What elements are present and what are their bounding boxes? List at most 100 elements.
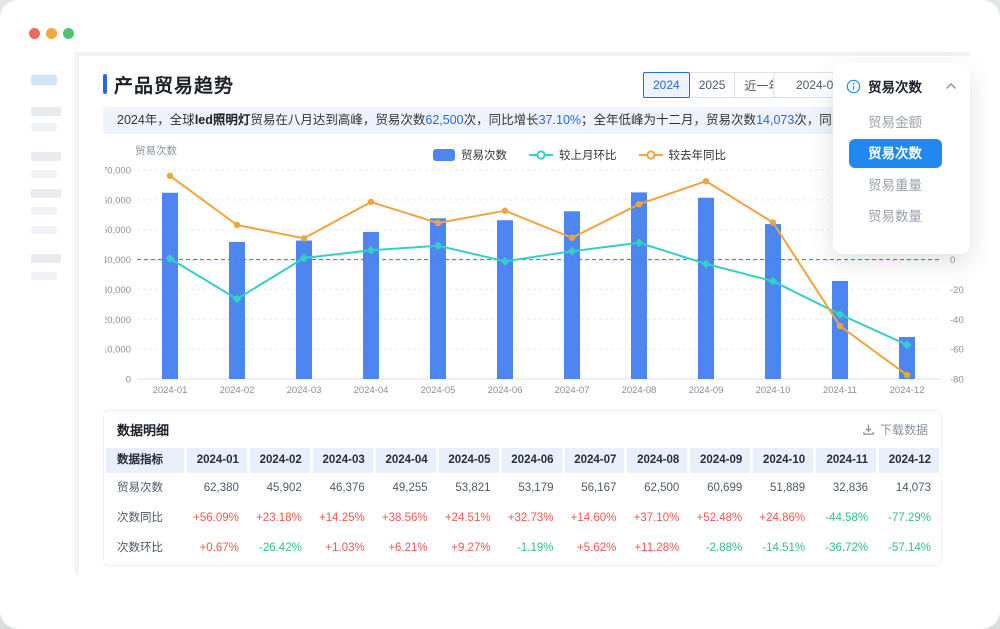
table-row: 次数同比+56.09%+23.18%+14.25%+38.56%+24.51%+… xyxy=(104,503,941,533)
page-header: 产品贸易趋势 20242025近一年 2024-01 → 2024-12 xyxy=(103,71,942,99)
table-cell: 62,380 xyxy=(187,473,247,503)
metric-option-贸易数量[interactable]: 贸易数量 xyxy=(833,202,970,231)
summary-text-segment: 次，同比增长 xyxy=(464,113,539,127)
sidebar xyxy=(0,52,75,575)
table-column-header: 2024-04 xyxy=(376,448,436,473)
year-tab-2024[interactable]: 2024 xyxy=(643,72,690,98)
table-cell: -14.51% xyxy=(753,533,813,563)
table-cell: 46,376 xyxy=(313,473,373,503)
chart-point xyxy=(904,372,910,378)
sidebar-skeleton-item xyxy=(31,107,61,116)
table-cell: 14,073 xyxy=(879,473,939,503)
svg-text:2024-07: 2024-07 xyxy=(555,385,590,396)
table-cell: 49,255 xyxy=(376,473,436,503)
chart-point xyxy=(636,201,642,207)
chart-bar xyxy=(162,193,178,379)
svg-text:2024-04: 2024-04 xyxy=(354,385,389,396)
svg-text:2024-03: 2024-03 xyxy=(287,385,322,396)
svg-text:-40: -40 xyxy=(950,315,964,326)
sidebar-skeleton-item xyxy=(31,152,61,161)
maximize-button[interactable] xyxy=(63,28,74,39)
minimize-button[interactable] xyxy=(46,28,57,39)
metric-option-贸易次数[interactable]: 贸易次数 xyxy=(849,139,942,168)
chart-bar xyxy=(631,192,647,379)
sidebar-skeleton-item xyxy=(31,254,61,263)
svg-text:50,000: 50,000 xyxy=(105,225,131,236)
download-label: 下载数据 xyxy=(880,421,928,438)
metric-dropdown-header[interactable]: 贸易次数 xyxy=(833,76,970,105)
table-cell: +24.86% xyxy=(753,503,813,533)
summary-text-segment: 62,500 xyxy=(425,113,463,127)
table-cell: +11.28% xyxy=(627,533,687,563)
summary-text-segment: 贸易在八月达到高峰，贸易次数 xyxy=(250,113,425,127)
table-cell: 53,821 xyxy=(439,473,499,503)
table-cell: 51,889 xyxy=(753,473,813,503)
svg-text:2024-10: 2024-10 xyxy=(756,385,791,396)
download-data-button[interactable]: 下载数据 xyxy=(862,421,928,438)
chart-point xyxy=(837,323,843,329)
table-column-header: 2024-07 xyxy=(565,448,625,473)
svg-text:2024-05: 2024-05 xyxy=(421,385,456,396)
table-cell: +32.73% xyxy=(502,503,562,533)
table-cell: +9.27% xyxy=(439,533,499,563)
table-cell: 32,836 xyxy=(816,473,876,503)
table-cell: +56.09% xyxy=(187,503,247,533)
table-column-header: 2024-12 xyxy=(879,448,939,473)
year-tabs: 20242025近一年 xyxy=(643,72,790,98)
app-window: 产品贸易趋势 20242025近一年 2024-01 → 2024-12 202… xyxy=(0,0,1000,629)
table-cell: +14.60% xyxy=(565,503,625,533)
table-cell: +14.25% xyxy=(313,503,373,533)
svg-text:0: 0 xyxy=(126,375,131,386)
table-column-header: 数据指标 xyxy=(106,448,184,473)
svg-text:-80: -80 xyxy=(950,375,964,386)
sidebar-skeleton-item xyxy=(31,272,57,280)
chart-point xyxy=(368,199,374,205)
table-cell: 53,179 xyxy=(502,473,562,503)
metric-option-贸易重量[interactable]: 贸易重量 xyxy=(833,171,970,200)
svg-text:60,000: 60,000 xyxy=(105,195,131,206)
chart-point xyxy=(301,235,307,241)
svg-text:0: 0 xyxy=(950,255,955,266)
table-row: 次数环比+0.67%-26.42%+1.03%+6.21%+9.27%-1.19… xyxy=(104,533,941,563)
chart-bar xyxy=(765,224,781,379)
close-button[interactable] xyxy=(29,28,40,39)
svg-text:2024-01: 2024-01 xyxy=(153,385,188,396)
table-cell: +6.21% xyxy=(376,533,436,563)
table-column-header: 2024-01 xyxy=(187,448,247,473)
chart-point xyxy=(502,208,508,214)
svg-text:2024-11: 2024-11 xyxy=(823,385,857,396)
year-tab-2025[interactable]: 2025 xyxy=(689,72,736,98)
svg-text:2024-06: 2024-06 xyxy=(488,385,523,396)
svg-text:70,000: 70,000 xyxy=(105,166,131,177)
table-cell: +1.03% xyxy=(313,533,373,563)
title-accent-bar xyxy=(103,74,107,94)
table-cell: +5.62% xyxy=(565,533,625,563)
table-cell: -36.72% xyxy=(816,533,876,563)
chart-point xyxy=(167,173,173,179)
table-column-header: 2024-11 xyxy=(816,448,876,473)
y-axis-name: 贸易次数 xyxy=(135,143,177,158)
row-label: 次数同比 xyxy=(106,503,184,533)
svg-text:20,000: 20,000 xyxy=(105,315,131,326)
table-column-header: 2024-02 xyxy=(250,448,310,473)
summary-text-segment: ；全年低峰为十二月，贸易次数 xyxy=(581,113,756,127)
download-icon xyxy=(862,423,875,436)
svg-text:40,000: 40,000 xyxy=(105,255,131,266)
table-row: 贸易次数62,38045,90246,37649,25553,82153,179… xyxy=(104,473,941,503)
svg-text:30,000: 30,000 xyxy=(105,285,131,296)
row-label: 次数环比 xyxy=(106,533,184,563)
sidebar-item-active[interactable] xyxy=(31,75,57,85)
table-cell: -44.58% xyxy=(816,503,876,533)
svg-text:10,000: 10,000 xyxy=(105,345,131,356)
summary-banner: 2024年，全球led照明灯贸易在八月达到高峰，贸易次数62,500次，同比增长… xyxy=(103,107,942,134)
chevron-up-icon xyxy=(945,81,957,91)
sidebar-skeleton-item xyxy=(31,189,61,198)
table-cell: +52.48% xyxy=(690,503,750,533)
svg-text:2024-12: 2024-12 xyxy=(890,385,925,396)
chart-bar xyxy=(229,242,245,379)
summary-text-segment: led照明灯 xyxy=(195,113,251,127)
chart-point xyxy=(569,235,575,241)
chart-line-较去年同比 xyxy=(170,176,907,375)
metric-option-贸易金额[interactable]: 贸易金额 xyxy=(833,108,970,137)
chart-point xyxy=(770,219,776,225)
